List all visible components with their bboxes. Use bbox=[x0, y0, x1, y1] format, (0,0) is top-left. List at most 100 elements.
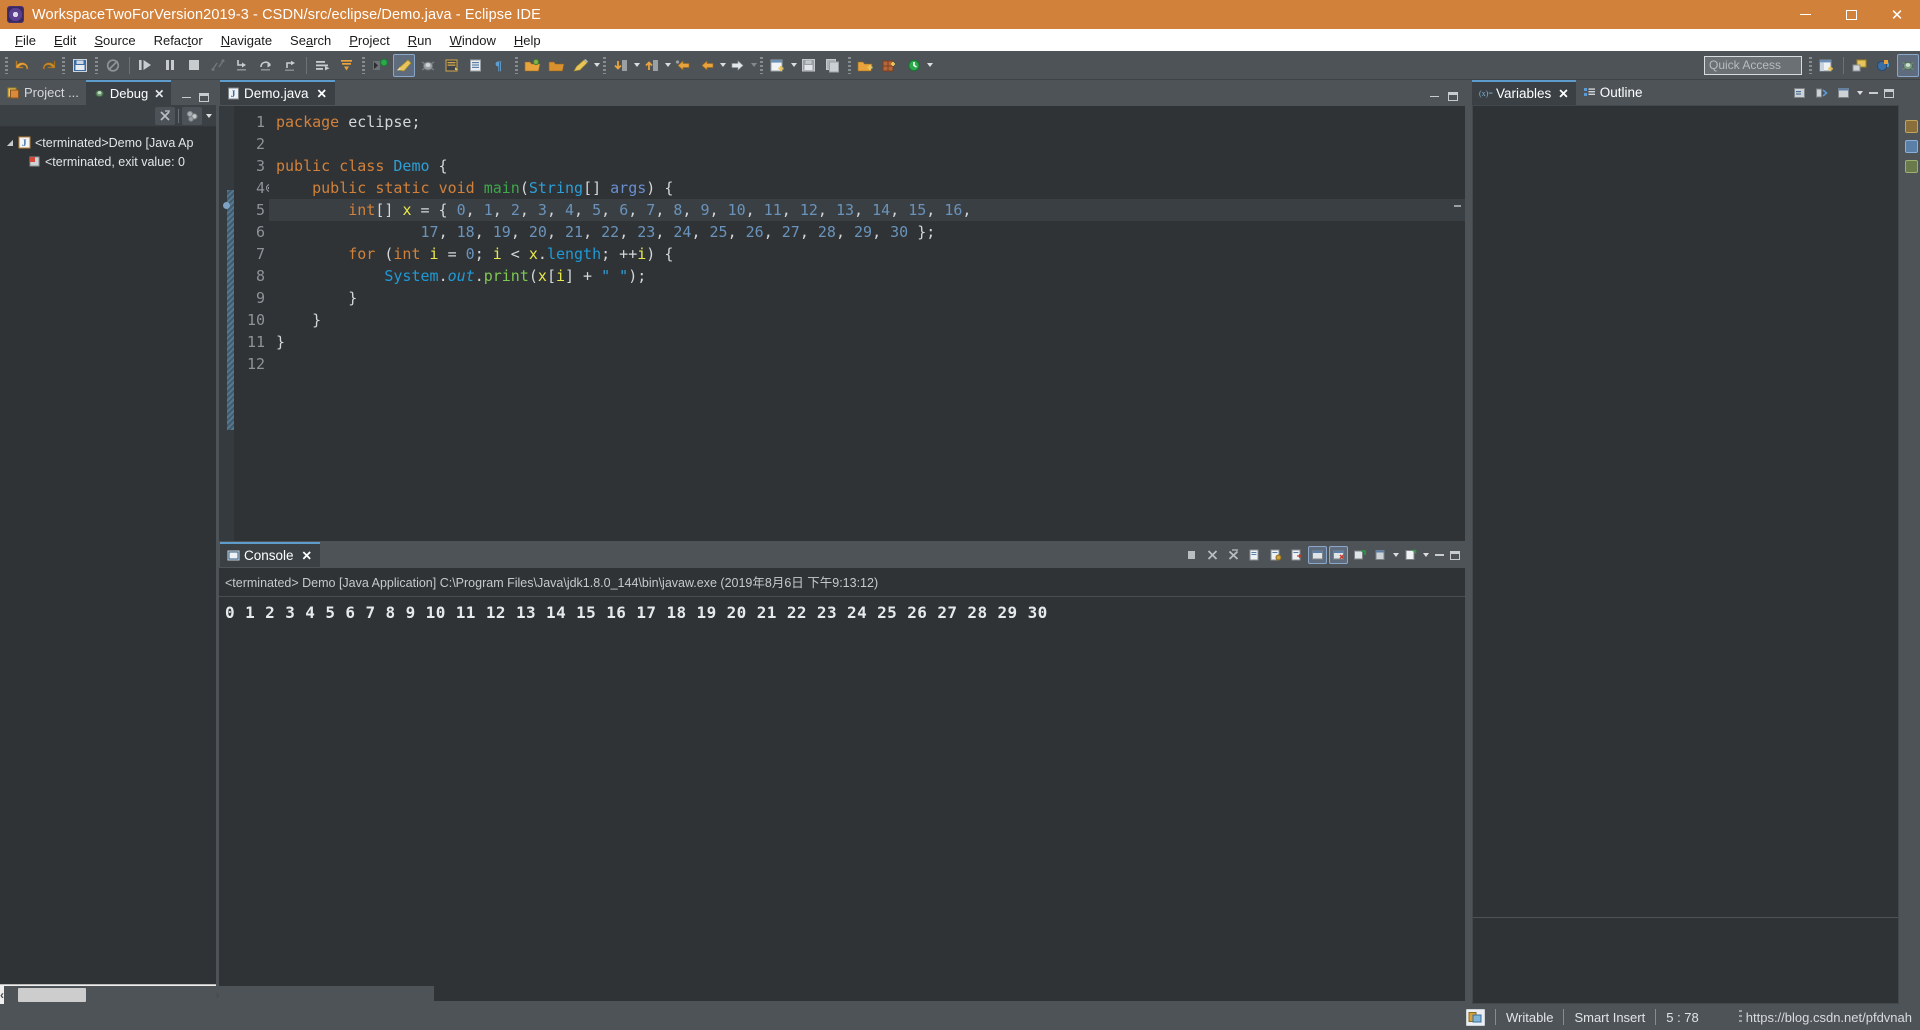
code-line[interactable]: public static void main(String[] args) { bbox=[276, 177, 1465, 199]
maximize-button[interactable] bbox=[1828, 0, 1874, 29]
menu-project[interactable]: Project bbox=[340, 32, 398, 49]
display-fastview-icon[interactable] bbox=[1904, 160, 1918, 173]
close-icon[interactable]: ✕ bbox=[302, 548, 312, 563]
open-type-icon[interactable] bbox=[522, 54, 544, 77]
show-console-on-output-icon[interactable] bbox=[1308, 546, 1327, 564]
code-line[interactable]: for (int i = 0; i < x.length; ++i) { bbox=[276, 243, 1465, 265]
tab-demo-java[interactable]: J Demo.java ✕ bbox=[220, 80, 336, 105]
code-line[interactable]: public class Demo { bbox=[276, 155, 1465, 177]
code-line[interactable]: int[] x = { 0, 1, 2, 3, 4, 5, 6, 7, 8, 9… bbox=[269, 199, 1465, 221]
drop-to-frame-icon[interactable] bbox=[312, 54, 334, 77]
scrollbar-thumb[interactable] bbox=[18, 987, 86, 1002]
menu-edit[interactable]: Edit bbox=[45, 32, 85, 49]
list-item[interactable]: <terminated, exit value: 0 bbox=[0, 152, 216, 171]
code-line[interactable]: } bbox=[276, 331, 1465, 353]
maximize-icon[interactable] bbox=[1448, 92, 1458, 101]
menu-help[interactable]: Help bbox=[505, 32, 550, 49]
save-icon[interactable] bbox=[69, 54, 91, 77]
minimize-button[interactable] bbox=[1782, 0, 1828, 29]
skip-breakpoints-icon[interactable] bbox=[102, 54, 124, 77]
open-perspective-icon[interactable] bbox=[1816, 54, 1838, 77]
console-dropdown-icon[interactable] bbox=[1393, 553, 1399, 557]
previous-annotation-icon[interactable] bbox=[641, 54, 663, 77]
code-line[interactable]: package eclipse; bbox=[276, 111, 1465, 133]
last-edit-location-icon[interactable] bbox=[672, 54, 694, 77]
tab-console[interactable]: Console ✕ bbox=[220, 542, 321, 567]
step-into-icon[interactable] bbox=[231, 54, 253, 77]
new-wizard-icon[interactable] bbox=[767, 54, 789, 77]
run-last-tool-icon[interactable] bbox=[369, 54, 391, 77]
variables-detail-splitter[interactable] bbox=[1473, 917, 1898, 918]
breakpoints-fastview-icon[interactable] bbox=[1904, 120, 1918, 133]
remove-launch-icon[interactable] bbox=[1203, 546, 1222, 564]
clear-console-icon[interactable] bbox=[1245, 546, 1264, 564]
disconnect-icon[interactable] bbox=[207, 54, 229, 77]
maximize-icon[interactable] bbox=[199, 93, 209, 102]
close-icon[interactable]: ✕ bbox=[1558, 86, 1568, 101]
java-ee-perspective-icon[interactable] bbox=[1873, 54, 1895, 77]
step-over-icon[interactable] bbox=[255, 54, 277, 77]
minimize-icon[interactable] bbox=[1435, 554, 1444, 556]
variables-view[interactable] bbox=[1472, 105, 1899, 1004]
list-item[interactable]: ◢ J <terminated>Demo [Java Ap bbox=[0, 133, 216, 152]
pilcrow-icon[interactable]: ¶ bbox=[489, 54, 511, 77]
maximize-icon[interactable] bbox=[1884, 88, 1894, 98]
new-java-package-icon[interactable] bbox=[465, 54, 487, 77]
java-perspective-icon[interactable] bbox=[1849, 54, 1871, 77]
terminate-icon[interactable] bbox=[1182, 546, 1201, 564]
back-icon[interactable] bbox=[696, 54, 718, 77]
sidebar-item-project-explorer[interactable]: Project ... bbox=[0, 80, 86, 105]
debug-launch-tree[interactable]: ◢ J <terminated>Demo [Java Ap <terminate… bbox=[0, 127, 216, 984]
console-view[interactable]: <terminated> Demo [Java Application] C:\… bbox=[218, 567, 1466, 1002]
step-return-icon[interactable] bbox=[279, 54, 301, 77]
pin-console-icon[interactable] bbox=[1350, 546, 1369, 564]
code-line[interactable] bbox=[276, 133, 1465, 155]
code-line[interactable]: } bbox=[276, 287, 1465, 309]
breakpoint-indicator-icon[interactable] bbox=[223, 202, 230, 209]
external-tools-icon[interactable] bbox=[393, 53, 415, 77]
debug-perspective-icon[interactable] bbox=[1897, 53, 1919, 77]
copy-icon[interactable] bbox=[822, 54, 844, 77]
minimize-icon[interactable] bbox=[1430, 95, 1439, 98]
view-menu-icon[interactable] bbox=[1834, 84, 1853, 102]
forward-icon[interactable] bbox=[727, 54, 749, 77]
code-line[interactable]: 17, 18, 19, 20, 21, 22, 23, 24, 25, 26, … bbox=[276, 221, 1465, 243]
open-console-dropdown-icon[interactable] bbox=[1423, 553, 1429, 557]
word-wrap-icon[interactable] bbox=[1287, 546, 1306, 564]
code-line[interactable]: } bbox=[276, 309, 1465, 331]
editor-marker-column[interactable] bbox=[219, 106, 234, 541]
close-icon[interactable]: ✕ bbox=[317, 86, 327, 101]
minimize-icon[interactable] bbox=[182, 96, 191, 99]
new-wizard-dropdown-icon[interactable] bbox=[791, 63, 797, 67]
tab-outline[interactable]: Outline bbox=[1576, 80, 1650, 105]
code-editor[interactable]: 1 2 3 4 5 6 7 8 9 10 11 12 package eclip… bbox=[218, 105, 1466, 542]
use-step-filters-icon[interactable] bbox=[336, 54, 358, 77]
view-menu-icon[interactable] bbox=[182, 106, 202, 125]
expressions-fastview-icon[interactable] bbox=[1904, 140, 1918, 153]
show-console-on-error-icon[interactable] bbox=[1329, 546, 1348, 564]
left-horizontal-scrollbar[interactable]: ‹ › bbox=[0, 984, 434, 1004]
new-folder-icon[interactable] bbox=[855, 54, 877, 77]
menu-run[interactable]: Run bbox=[399, 32, 441, 49]
debug-icon[interactable] bbox=[417, 54, 439, 77]
edit-dropdown-icon[interactable] bbox=[594, 63, 600, 67]
open-task-icon[interactable] bbox=[546, 54, 568, 77]
code-line[interactable] bbox=[276, 353, 1465, 375]
close-icon[interactable]: ✕ bbox=[154, 87, 164, 101]
refresh-dropdown-icon[interactable] bbox=[927, 63, 933, 67]
menu-navigate[interactable]: Navigate bbox=[212, 32, 281, 49]
code-line[interactable]: System.out.print(x[i] + " "); bbox=[276, 265, 1465, 287]
edit-icon[interactable] bbox=[570, 54, 592, 77]
menu-window[interactable]: Window bbox=[441, 32, 505, 49]
view-dropdown-icon[interactable] bbox=[206, 113, 212, 118]
next-annotation-icon[interactable] bbox=[610, 54, 632, 77]
undo-icon[interactable] bbox=[12, 54, 34, 77]
sidebar-item-debug[interactable]: Debug ✕ bbox=[85, 80, 172, 105]
source-code-text[interactable]: package eclipse; public class Demo { pub… bbox=[269, 106, 1465, 541]
resume-icon[interactable] bbox=[135, 54, 157, 77]
remove-all-launches-icon[interactable] bbox=[1224, 546, 1243, 564]
save-all-icon[interactable] bbox=[798, 54, 820, 77]
expand-twisty-icon[interactable]: ◢ bbox=[4, 137, 16, 149]
new-java-project-icon[interactable] bbox=[441, 54, 463, 77]
minimize-icon[interactable] bbox=[1869, 92, 1878, 94]
